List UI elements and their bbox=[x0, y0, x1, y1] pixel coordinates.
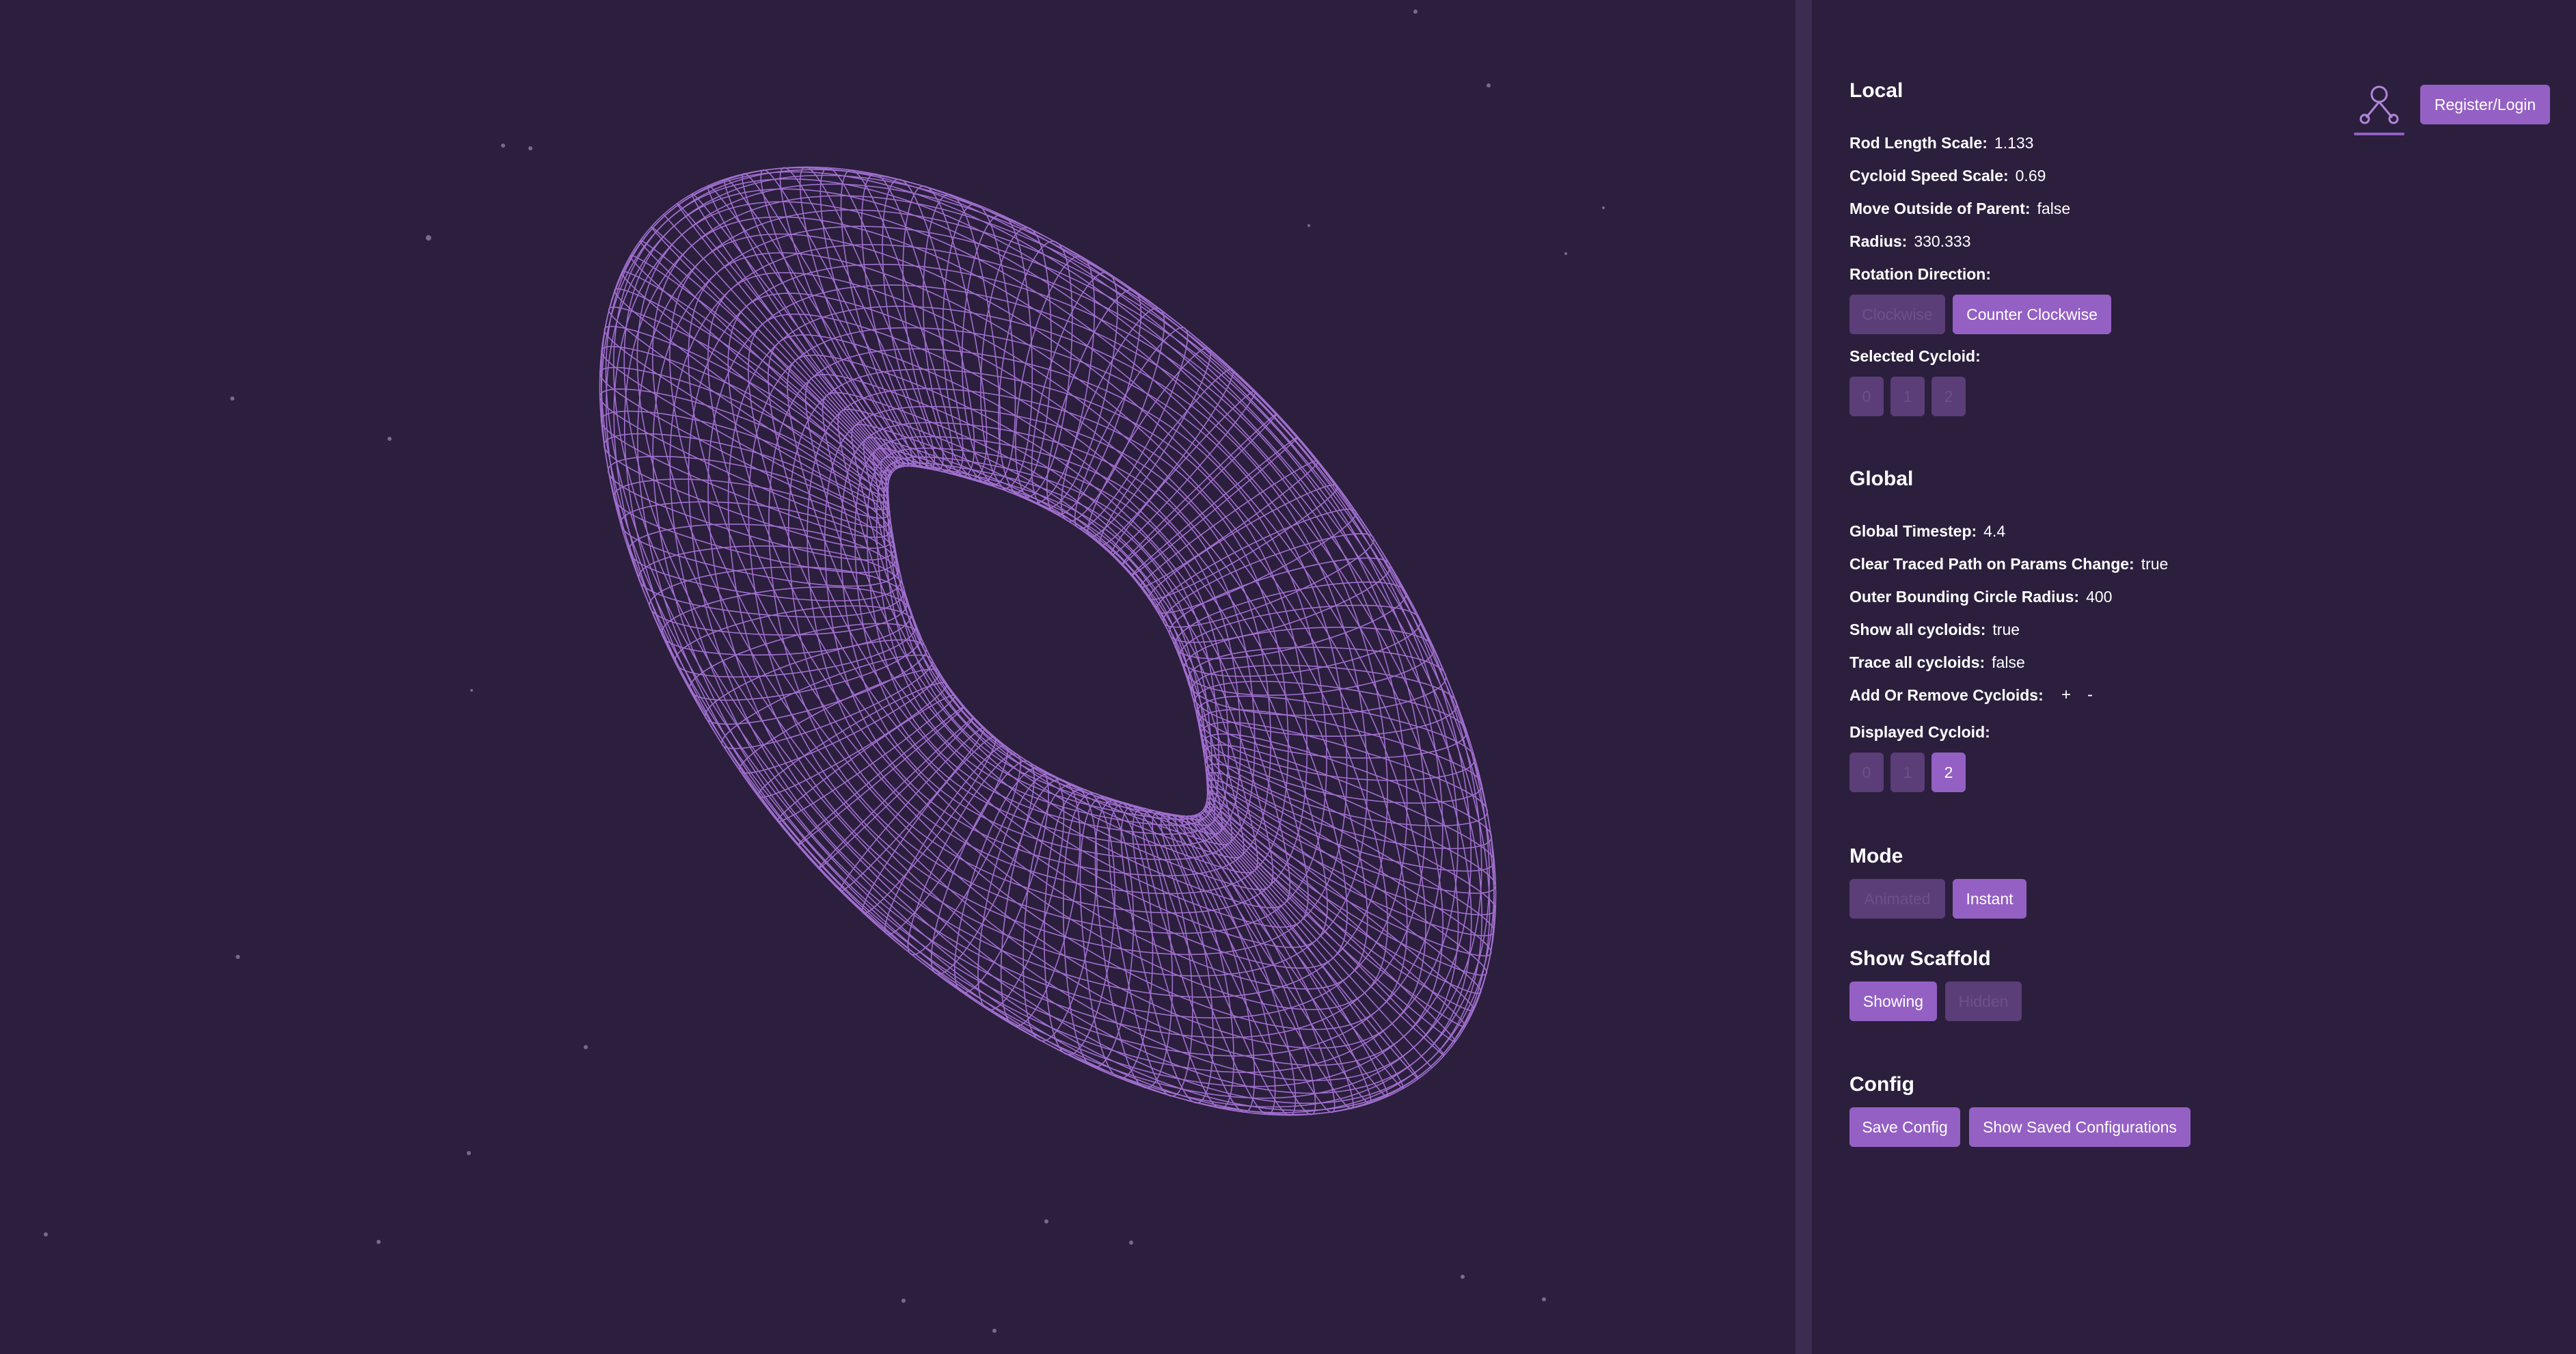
global-timestep-value: 4.4 bbox=[1983, 522, 2006, 540]
clear-traced-path-label: Clear Traced Path on Params Change: bbox=[1849, 555, 2134, 573]
rotation-direction-row: Rotation Direction: bbox=[1849, 265, 1998, 284]
cycloid-speed-scale-value: 0.69 bbox=[2015, 167, 2046, 185]
remove-cycloid-button[interactable]: - bbox=[2087, 686, 2093, 705]
scaffold-hidden-button[interactable]: Hidden bbox=[1945, 981, 2022, 1021]
selected-cycloid-1-button[interactable]: 1 bbox=[1890, 377, 1925, 416]
displayed-cycloid-label: Displayed Cycloid: bbox=[1849, 723, 1990, 741]
cycloid-canvas[interactable] bbox=[0, 0, 1795, 1354]
clear-traced-path-value: true bbox=[2141, 555, 2169, 573]
radius-value: 330.333 bbox=[1914, 232, 1971, 250]
global-section-title: Global bbox=[1849, 468, 1914, 490]
selected-cycloid-label: Selected Cycloid: bbox=[1849, 347, 1981, 365]
global-timestep-row: Global Timestep: 4.4 bbox=[1849, 522, 2005, 541]
selected-cycloid-0-button[interactable]: 0 bbox=[1849, 377, 1884, 416]
register-login-button[interactable]: Register/Login bbox=[2420, 85, 2550, 124]
selected-cycloid-2-button[interactable]: 2 bbox=[1931, 377, 1966, 416]
rod-length-scale-value: 1.133 bbox=[1994, 134, 2034, 152]
rod-length-scale-label: Rod Length Scale: bbox=[1849, 134, 1988, 152]
scaffold-showing-button[interactable]: Showing bbox=[1849, 981, 1937, 1021]
cycloid-speed-scale-row: Cycloid Speed Scale: 0.69 bbox=[1849, 167, 2046, 185]
rotation-direction-label: Rotation Direction: bbox=[1849, 265, 1991, 283]
local-section-title: Local bbox=[1849, 79, 1903, 102]
add-cycloid-button[interactable]: + bbox=[2061, 686, 2071, 705]
user-network-icon[interactable] bbox=[2354, 81, 2404, 135]
rod-length-scale-row: Rod Length Scale: 1.133 bbox=[1849, 134, 2033, 152]
displayed-cycloid-2-button[interactable]: 2 bbox=[1931, 753, 1966, 792]
show-saved-configurations-button[interactable]: Show Saved Configurations bbox=[1969, 1107, 2191, 1147]
show-all-cycloids-label: Show all cycloids: bbox=[1849, 621, 1986, 638]
selected-cycloid-row: Selected Cycloid: bbox=[1849, 347, 1988, 366]
displayed-cycloid-1-button[interactable]: 1 bbox=[1890, 753, 1925, 792]
trace-all-cycloids-row: Trace all cycloids: false bbox=[1849, 653, 2025, 672]
save-config-button[interactable]: Save Config bbox=[1849, 1107, 1960, 1147]
radius-row: Radius: 330.333 bbox=[1849, 232, 1970, 251]
outer-bounding-radius-row: Outer Bounding Circle Radius: 400 bbox=[1849, 588, 2112, 606]
trace-all-cycloids-label: Trace all cycloids: bbox=[1849, 653, 1985, 671]
global-timestep-label: Global Timestep: bbox=[1849, 522, 1977, 540]
mode-animated-button[interactable]: Animated bbox=[1849, 879, 1945, 919]
counter-clockwise-button[interactable]: Counter Clockwise bbox=[1953, 295, 2111, 334]
outer-bounding-radius-label: Outer Bounding Circle Radius: bbox=[1849, 588, 2080, 606]
move-outside-parent-label: Move Outside of Parent: bbox=[1849, 200, 2031, 217]
trace-all-cycloids-value: false bbox=[1992, 653, 2025, 671]
config-section-title: Config bbox=[1849, 1073, 1914, 1096]
cycloid-curve-drawing bbox=[44, 10, 1605, 1333]
show-all-cycloids-value: true bbox=[1992, 621, 2020, 638]
move-outside-parent-value: false bbox=[2037, 200, 2071, 217]
clockwise-button[interactable]: Clockwise bbox=[1849, 295, 1945, 334]
displayed-cycloid-0-button[interactable]: 0 bbox=[1849, 753, 1884, 792]
cycloid-speed-scale-label: Cycloid Speed Scale: bbox=[1849, 167, 2009, 185]
add-remove-cycloids-row: Add Or Remove Cycloids: bbox=[1849, 686, 2050, 705]
move-outside-parent-row: Move Outside of Parent: false bbox=[1849, 200, 2070, 218]
mode-instant-button[interactable]: Instant bbox=[1953, 879, 2026, 919]
add-remove-cycloids-label: Add Or Remove Cycloids: bbox=[1849, 686, 2044, 704]
outer-bounding-radius-value: 400 bbox=[2086, 588, 2113, 606]
panel-divider[interactable] bbox=[1795, 0, 1812, 1354]
displayed-cycloid-row: Displayed Cycloid: bbox=[1849, 723, 1997, 742]
scaffold-section-title: Show Scaffold bbox=[1849, 947, 1991, 970]
mode-section-title: Mode bbox=[1849, 845, 1903, 867]
clear-traced-path-row: Clear Traced Path on Params Change: true bbox=[1849, 555, 2168, 573]
show-all-cycloids-row: Show all cycloids: true bbox=[1849, 621, 2020, 639]
radius-label: Radius: bbox=[1849, 232, 1908, 250]
